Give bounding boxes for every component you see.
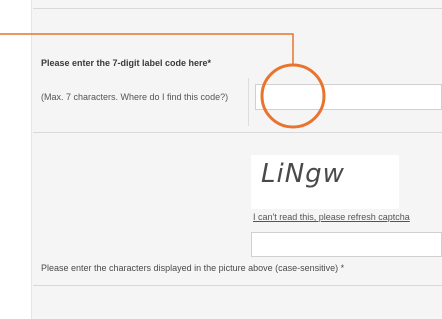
refresh-captcha-link[interactable]: I can't read this, please refresh captch…: [253, 212, 410, 222]
captcha-image: LiNgw: [251, 155, 399, 209]
label-code-hint: (Max. 7 characters. Where do I find this…: [41, 92, 229, 102]
captcha-input[interactable]: [251, 232, 442, 257]
top-divider: [33, 8, 442, 9]
middle-divider: [33, 132, 442, 133]
captcha-instruction: Please enter the characters displayed in…: [41, 263, 345, 273]
label-code-input[interactable]: [255, 84, 442, 110]
column-divider: [248, 78, 249, 126]
bottom-divider: [33, 285, 442, 286]
label-code-heading: Please enter the 7-digit label code here…: [41, 58, 212, 68]
screenshot-stage: Please enter the 7-digit label code here…: [0, 0, 442, 319]
captcha-characters: LiNgw: [261, 159, 345, 189]
